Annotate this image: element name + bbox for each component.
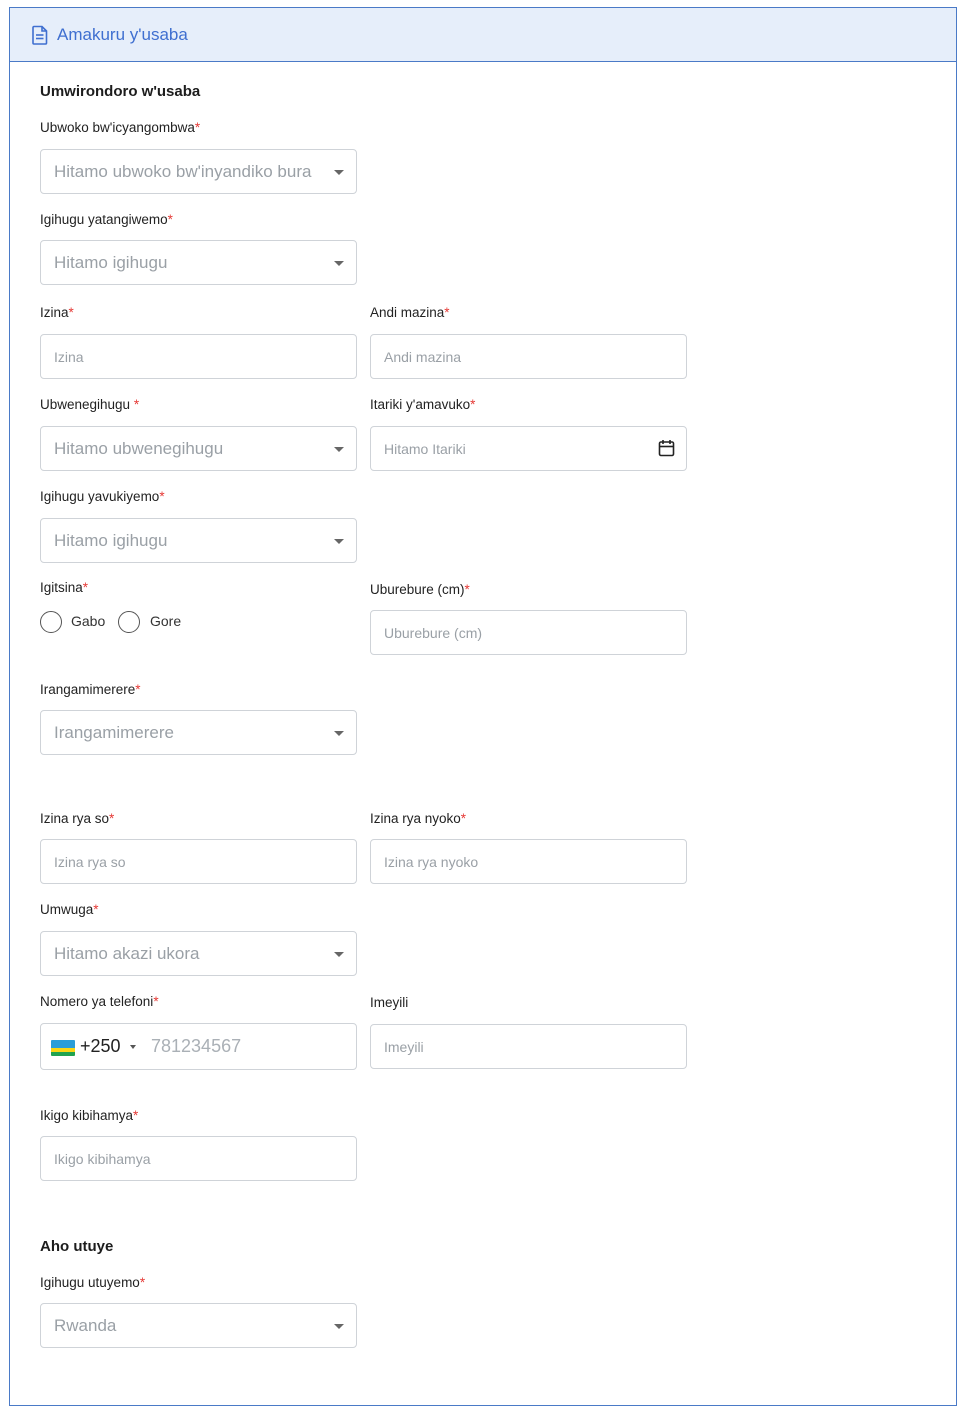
mother-name-input[interactable]: Izina rya nyoko bbox=[370, 839, 687, 884]
chevron-down-icon bbox=[334, 446, 344, 452]
phone-label: Nomero ya telefoni* bbox=[40, 994, 159, 1009]
marital-status-select[interactable]: Irangamimerere bbox=[40, 710, 357, 755]
birth-country-label: Igihugu yavukiyemo* bbox=[40, 489, 165, 504]
birth-date-picker[interactable]: Hitamo Itariki bbox=[370, 426, 687, 471]
card-title: Amakuru y'usaba bbox=[57, 24, 188, 44]
birth-date-label: Itariki y'amavuko* bbox=[370, 397, 476, 412]
issuing-country-select[interactable]: Hitamo igihugu bbox=[40, 240, 357, 285]
office-input[interactable]: Ikigo kibihamya bbox=[40, 1136, 357, 1181]
issuing-country-placeholder: Hitamo igihugu bbox=[54, 252, 168, 272]
other-names-placeholder: Andi mazina bbox=[384, 348, 462, 365]
calendar-icon[interactable] bbox=[658, 439, 675, 457]
phone-country-code[interactable]: +250 bbox=[80, 1036, 121, 1057]
nationality-label: Ubwenegihugu * bbox=[40, 397, 140, 412]
other-names-label: Andi mazina* bbox=[370, 305, 450, 320]
gender-label: Igitsina* bbox=[40, 580, 89, 595]
email-input[interactable]: Imeyili bbox=[370, 1024, 687, 1069]
email-label: Imeyili bbox=[370, 995, 409, 1010]
phone-placeholder: 781234567 bbox=[151, 1036, 242, 1056]
gender-radio-female[interactable] bbox=[118, 611, 140, 633]
doc-type-placeholder: Hitamo ubwoko bw'inyandiko bura bbox=[54, 161, 312, 181]
doc-type-select[interactable]: Hitamo ubwoko bw'inyandiko bura bbox=[40, 149, 357, 194]
chevron-down-icon bbox=[334, 538, 344, 544]
height-label: Uburebure (cm)* bbox=[370, 582, 470, 597]
occupation-placeholder: Hitamo akazi ukora bbox=[54, 943, 200, 963]
birth-date-placeholder: Hitamo Itariki bbox=[384, 440, 466, 457]
office-placeholder: Ikigo kibihamya bbox=[54, 1150, 151, 1167]
other-names-input[interactable]: Andi mazina bbox=[370, 334, 687, 379]
occupation-label: Umwuga* bbox=[40, 902, 99, 917]
chevron-down-icon bbox=[334, 951, 344, 957]
first-name-placeholder: Izina bbox=[54, 348, 84, 365]
occupation-select[interactable]: Hitamo akazi ukora bbox=[40, 931, 357, 976]
marital-status-placeholder: Irangamimerere bbox=[54, 722, 174, 742]
gender-radio-male[interactable] bbox=[40, 611, 62, 633]
document-icon bbox=[32, 25, 48, 45]
chevron-down-icon bbox=[334, 1323, 344, 1329]
gender-option-male: Gabo bbox=[71, 613, 106, 629]
mother-name-placeholder: Izina rya nyoko bbox=[384, 853, 479, 870]
nationality-select[interactable]: Hitamo ubwenegihugu bbox=[40, 426, 357, 471]
first-name-input[interactable]: Izina bbox=[40, 334, 357, 379]
residence-country-select[interactable]: Rwanda bbox=[40, 1303, 357, 1348]
office-label: Ikigo kibihamya* bbox=[40, 1108, 139, 1123]
father-name-input[interactable]: Izina rya so bbox=[40, 839, 357, 884]
chevron-down-icon bbox=[334, 730, 344, 736]
phone-input[interactable]: +250 781234567 bbox=[40, 1023, 357, 1070]
gender-option-female: Gore bbox=[150, 613, 182, 629]
height-input[interactable]: Uburebure (cm) bbox=[370, 610, 687, 655]
chevron-down-icon bbox=[334, 169, 344, 175]
birth-country-placeholder: Hitamo igihugu bbox=[54, 530, 168, 550]
birth-country-select[interactable]: Hitamo igihugu bbox=[40, 518, 357, 563]
mother-name-label: Izina rya nyoko* bbox=[370, 811, 467, 826]
section-title-profile: Umwirondoro w'usaba bbox=[40, 83, 201, 100]
section-title-address: Aho utuye bbox=[40, 1238, 114, 1255]
rwanda-flag-icon[interactable] bbox=[51, 1040, 75, 1056]
marital-status-label: Irangamimerere* bbox=[40, 682, 141, 697]
issuing-country-label: Igihugu yatangiwemo* bbox=[40, 212, 173, 227]
father-name-placeholder: Izina rya so bbox=[54, 853, 126, 870]
nationality-placeholder: Hitamo ubwenegihugu bbox=[54, 438, 224, 458]
card-header: Amakuru y'usaba bbox=[10, 8, 956, 62]
residence-country-value: Rwanda bbox=[54, 1315, 117, 1335]
email-placeholder: Imeyili bbox=[384, 1038, 424, 1055]
doc-type-label: Ubwoko bw'icyangombwa* bbox=[40, 120, 201, 135]
chevron-down-icon[interactable] bbox=[130, 1045, 136, 1049]
residence-country-label: Igihugu utuyemo* bbox=[40, 1275, 146, 1290]
first-name-label: Izina* bbox=[40, 305, 74, 320]
height-placeholder: Uburebure (cm) bbox=[384, 624, 483, 641]
chevron-down-icon bbox=[334, 260, 344, 266]
father-name-label: Izina rya so* bbox=[40, 811, 115, 826]
